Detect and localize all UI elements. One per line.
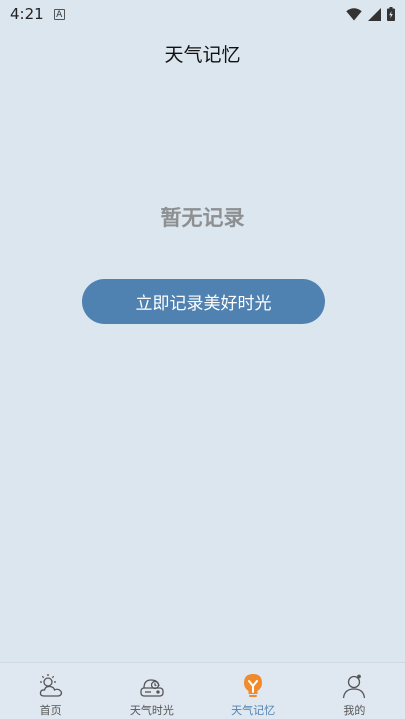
tab-label: 天气记忆 <box>231 704 276 717</box>
tab-home[interactable]: 首页 <box>0 663 101 719</box>
bottom-tab-bar: 首页 天气时光 天气记忆 我的 <box>0 662 405 719</box>
status-right <box>346 7 395 21</box>
status-bar: 4:21 A <box>0 0 405 28</box>
cloud-time-icon <box>137 671 167 701</box>
cellular-signal-icon <box>368 7 381 21</box>
tab-weather-memory[interactable]: 天气记忆 <box>203 663 304 719</box>
weather-sun-cloud-icon <box>36 671 66 701</box>
user-profile-icon <box>339 671 369 701</box>
tab-label: 我的 <box>343 704 366 717</box>
memory-bulb-icon <box>238 671 268 701</box>
empty-state-message: 暂无记录 <box>160 206 245 230</box>
record-now-button[interactable]: 立即记录美好时光 <box>82 279 325 324</box>
status-left: 4:21 A <box>10 5 65 23</box>
tab-label: 首页 <box>39 704 62 717</box>
status-time: 4:21 <box>10 5 44 23</box>
tab-label: 天气时光 <box>129 704 174 717</box>
page-title: 天气记忆 <box>164 43 241 66</box>
tab-profile[interactable]: 我的 <box>304 663 405 719</box>
battery-icon <box>387 7 395 21</box>
wifi-icon <box>346 7 362 21</box>
header: 天气记忆 <box>0 36 405 70</box>
notification-icon: A <box>53 8 65 20</box>
tab-weather-time[interactable]: 天气时光 <box>101 663 202 719</box>
